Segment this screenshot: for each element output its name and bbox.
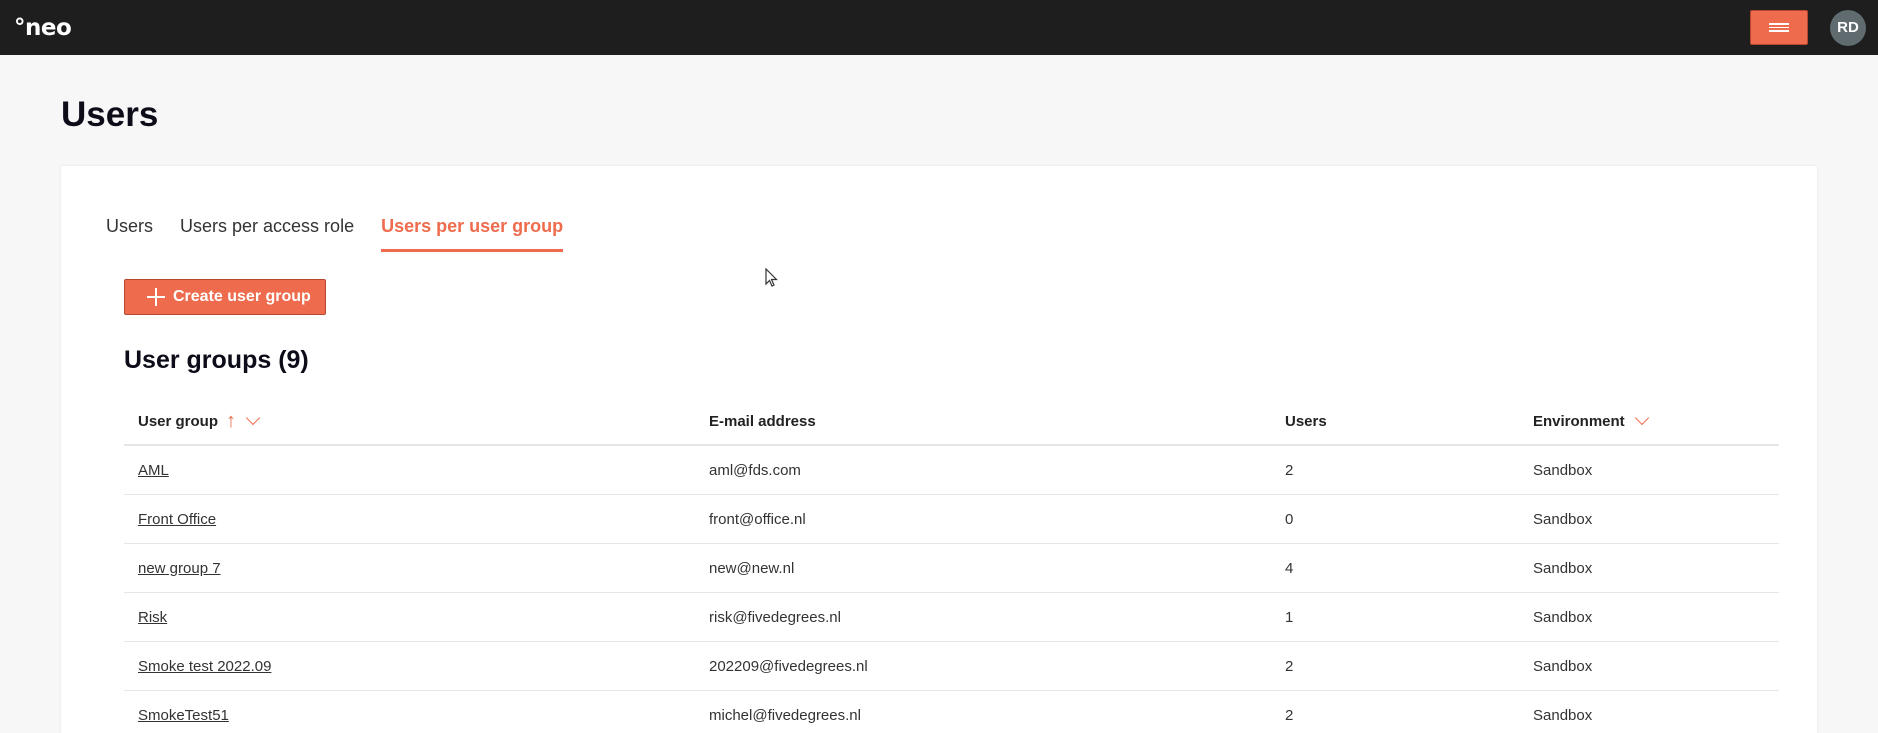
topbar-actions: RD bbox=[1750, 9, 1866, 46]
table-row: AML aml@fds.com 2 Sandbox bbox=[124, 446, 1779, 495]
table-row: SmokeTest51 michel@fivedegrees.nl 2 Sand… bbox=[124, 691, 1779, 733]
chevron-down-icon[interactable] bbox=[245, 410, 261, 426]
plus-icon bbox=[147, 288, 165, 306]
users-cell: 2 bbox=[1285, 706, 1294, 724]
email-cell: risk@fivedegrees.nl bbox=[709, 608, 841, 626]
environment-cell: Sandbox bbox=[1533, 559, 1593, 577]
create-user-group-label: Create user group bbox=[173, 288, 311, 305]
tab-users[interactable]: Users bbox=[106, 216, 153, 252]
users-cell: 2 bbox=[1285, 461, 1294, 479]
menu-button[interactable] bbox=[1750, 10, 1808, 45]
tab-bar: Users Users per access role Users per us… bbox=[106, 216, 564, 252]
users-cell: 0 bbox=[1285, 510, 1294, 528]
tab-users-per-user-group[interactable]: Users per user group bbox=[381, 216, 564, 252]
mouse-cursor-icon bbox=[765, 268, 778, 287]
environment-cell: Sandbox bbox=[1533, 706, 1593, 724]
users-cell: 2 bbox=[1285, 657, 1294, 675]
column-environment[interactable]: Environment bbox=[1533, 410, 1779, 430]
page-title: Users bbox=[61, 95, 159, 134]
neo-logo[interactable]: °neo bbox=[14, 15, 72, 41]
hamburger-icon bbox=[1769, 23, 1789, 32]
user-group-link[interactable]: SmokeTest51 bbox=[138, 707, 229, 724]
sort-ascending-icon[interactable]: ↑ bbox=[226, 411, 236, 431]
users-cell: 4 bbox=[1285, 559, 1294, 577]
section-title: User groups (9) bbox=[124, 346, 309, 374]
tab-users-per-access-role[interactable]: Users per access role bbox=[180, 216, 354, 252]
email-cell: michel@fivedegrees.nl bbox=[709, 706, 861, 724]
email-cell: front@office.nl bbox=[709, 510, 806, 528]
table-row: new group 7 new@new.nl 4 Sandbox bbox=[124, 544, 1779, 593]
email-cell: new@new.nl bbox=[709, 559, 795, 577]
user-group-link[interactable]: Front Office bbox=[138, 511, 216, 528]
table-row: Front Office front@office.nl 0 Sandbox bbox=[124, 495, 1779, 544]
user-group-link[interactable]: AML bbox=[138, 462, 169, 479]
column-user-group-label: User group bbox=[138, 412, 219, 430]
column-environment-label: Environment bbox=[1533, 412, 1625, 430]
email-cell: aml@fds.com bbox=[709, 461, 801, 479]
column-email: E-mail address bbox=[709, 412, 816, 430]
avatar[interactable]: RD bbox=[1830, 9, 1866, 46]
environment-cell: Sandbox bbox=[1533, 608, 1593, 626]
column-user-group[interactable]: User group ↑ bbox=[124, 410, 709, 431]
user-group-link[interactable]: Smoke test 2022.09 bbox=[138, 658, 271, 675]
environment-cell: Sandbox bbox=[1533, 461, 1593, 479]
email-cell: 202209@fivedegrees.nl bbox=[709, 657, 868, 675]
table-row: Smoke test 2022.09 202209@fivedegrees.nl… bbox=[124, 642, 1779, 691]
user-groups-table: User group ↑ E-mail address Users Enviro… bbox=[124, 398, 1779, 733]
top-bar: °neo RD bbox=[0, 0, 1878, 55]
content-card: Users Users per access role Users per us… bbox=[61, 166, 1817, 733]
environment-cell: Sandbox bbox=[1533, 510, 1593, 528]
column-users: Users bbox=[1285, 412, 1327, 430]
chevron-down-icon[interactable] bbox=[1634, 410, 1649, 426]
users-cell: 1 bbox=[1285, 608, 1294, 626]
table-header: User group ↑ E-mail address Users Enviro… bbox=[124, 398, 1779, 446]
user-group-link[interactable]: Risk bbox=[138, 609, 167, 626]
environment-cell: Sandbox bbox=[1533, 657, 1593, 675]
table-row: Risk risk@fivedegrees.nl 1 Sandbox bbox=[124, 593, 1779, 642]
user-group-link[interactable]: new group 7 bbox=[138, 560, 221, 577]
create-user-group-button[interactable]: Create user group bbox=[124, 279, 326, 315]
